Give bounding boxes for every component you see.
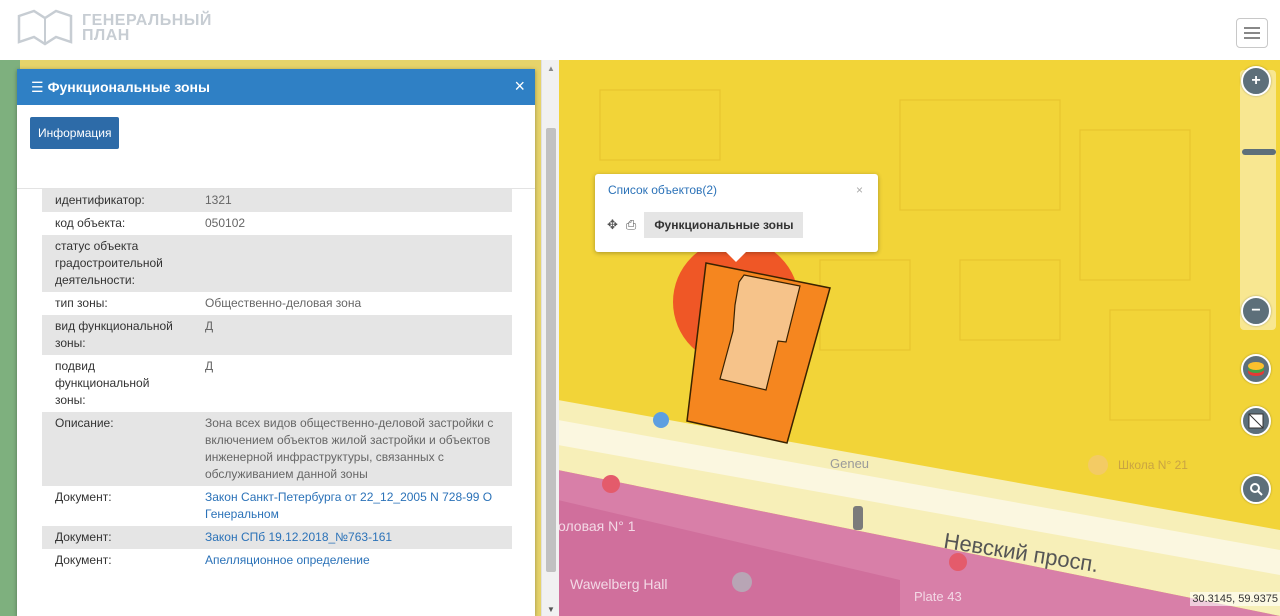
attribute-key: идентификатор: bbox=[42, 189, 192, 212]
attributes-table: идентификатор: 1321 код объекта: 050102 стат… bbox=[42, 189, 512, 572]
search-button[interactable] bbox=[1241, 474, 1271, 504]
attribute-key: подвид функциональной зоны: bbox=[55, 359, 150, 407]
tab-info[interactable]: Информация bbox=[30, 117, 120, 149]
poi-label-stolovaya: оловая N° 1 bbox=[558, 518, 636, 534]
attribute-value: 050102 bbox=[205, 216, 246, 230]
scroll-down-icon[interactable]: ▼ bbox=[547, 605, 555, 614]
coordinates-readout: 30.3145, 59.9375 bbox=[1190, 592, 1280, 606]
panel-header: ☰ Функциональные зоны × bbox=[17, 69, 535, 105]
table-row: Документ: Закон СПб 19.12.2018_№763-161 bbox=[42, 526, 512, 549]
attribute-value: 1321 bbox=[192, 189, 512, 212]
popup-list-item: ✥ ⎙ Функциональные зоны bbox=[607, 212, 804, 238]
popup-close-icon[interactable]: × bbox=[856, 183, 863, 197]
plus-icon: + bbox=[1251, 72, 1261, 89]
objects-list-popup: Список объектов(2) × ✥ ⎙ Функциональные … bbox=[595, 174, 878, 262]
poi-label-plate: Plate 43 bbox=[914, 589, 962, 604]
search-icon bbox=[1250, 483, 1263, 496]
poi-label-school: Школа N° 21 bbox=[1118, 458, 1188, 472]
attribute-value: Апелляционное определение bbox=[192, 549, 512, 572]
attribute-value: Закон СПб 19.12.2018_№763-161 bbox=[192, 526, 512, 549]
attribute-value: Д bbox=[192, 315, 512, 355]
hamburger-icon bbox=[1244, 27, 1260, 29]
menu-button[interactable] bbox=[1236, 18, 1268, 48]
popup-item-functional-zones[interactable]: Функциональные зоны bbox=[644, 212, 804, 238]
print-icon[interactable]: ⎙ bbox=[626, 217, 636, 233]
scrollbar-thumb[interactable] bbox=[546, 128, 556, 572]
table-row: Документ: Апелляционное определение bbox=[42, 549, 512, 572]
table-row: вид функциональной зоны: Д bbox=[42, 315, 512, 355]
attribute-value: Общественно-деловая зона bbox=[205, 296, 362, 310]
document-link[interactable]: Закон СПб 19.12.2018_№763-161 bbox=[205, 530, 392, 544]
attribute-key: статус объекта градостроительной деятель… bbox=[42, 235, 192, 292]
panel-tabs: Информация bbox=[17, 105, 535, 189]
move-icon[interactable]: ✥ bbox=[607, 217, 618, 233]
map-book-icon bbox=[17, 9, 73, 46]
layers-icon bbox=[1248, 362, 1264, 376]
minus-icon: − bbox=[1251, 302, 1261, 319]
table-row: Описание: Зона всех видов общественно-дел… bbox=[42, 412, 512, 486]
list-icon: ☰ bbox=[31, 78, 44, 95]
attribute-value bbox=[192, 235, 512, 292]
basemap-icon bbox=[1248, 413, 1264, 429]
zoom-slider-handle[interactable] bbox=[1242, 149, 1276, 155]
attribute-key: Документ: bbox=[55, 553, 112, 567]
info-panel: ☰ Функциональные зоны × Информация идент… bbox=[17, 69, 535, 616]
panel-scrollbar[interactable]: ▲ ▼ bbox=[541, 60, 559, 616]
attribute-key: Документ: bbox=[42, 526, 192, 549]
attribute-value: Закон Санкт-Петербурга от 22_12_2005 N 7… bbox=[192, 486, 512, 526]
zoom-in-button[interactable]: + bbox=[1241, 66, 1271, 96]
table-row: подвид функциональной зоны: Д bbox=[42, 355, 512, 412]
attribute-value: Д bbox=[205, 359, 214, 373]
logo-title-line1: ГЕНЕРАЛЬНЫЙ bbox=[82, 12, 212, 29]
logo-title-line2: ПЛАН bbox=[82, 27, 130, 44]
table-row: код объекта: 050102 bbox=[42, 212, 512, 235]
document-link[interactable]: Апелляционное определение bbox=[205, 553, 370, 567]
attribute-key: Документ: bbox=[55, 490, 112, 504]
zoom-slider[interactable] bbox=[1240, 70, 1276, 330]
attribute-key: вид функциональной зоны: bbox=[42, 315, 192, 355]
zoom-out-button[interactable]: − bbox=[1241, 296, 1271, 326]
table-row: статус объекта градостроительной деятель… bbox=[42, 235, 512, 292]
table-row: идентификатор: 1321 bbox=[42, 189, 512, 212]
attribute-key: Описание: bbox=[42, 412, 192, 486]
attribute-key: код объекта: bbox=[55, 216, 126, 230]
poi-label-wawelberg: Wawelberg Hall bbox=[570, 576, 668, 592]
panel-close-icon[interactable]: × bbox=[514, 77, 525, 95]
basemap-button[interactable] bbox=[1241, 406, 1271, 436]
poi-label-geneu: Geneu bbox=[830, 456, 870, 471]
table-row: Документ: Закон Санкт-Петербурга от 22_12… bbox=[42, 486, 512, 526]
app-header: ГЕНЕРАЛЬНЫЙ ПЛАН bbox=[0, 0, 1280, 60]
panel-title: Функциональные зоны bbox=[47, 79, 210, 95]
attribute-value: Зона всех видов общественно-деловой заст… bbox=[192, 412, 512, 486]
table-row: тип зоны: Общественно-деловая зона bbox=[42, 292, 512, 315]
attribute-key: тип зоны: bbox=[55, 296, 108, 310]
scroll-up-icon[interactable]: ▲ bbox=[547, 64, 555, 73]
layers-button[interactable] bbox=[1241, 354, 1271, 384]
document-link[interactable]: Закон Санкт-Петербурга от 22_12_2005 N 7… bbox=[205, 490, 492, 521]
logo[interactable]: ГЕНЕРАЛЬНЫЙ ПЛАН bbox=[16, 8, 212, 48]
popup-title: Список объектов(2) bbox=[608, 183, 718, 197]
